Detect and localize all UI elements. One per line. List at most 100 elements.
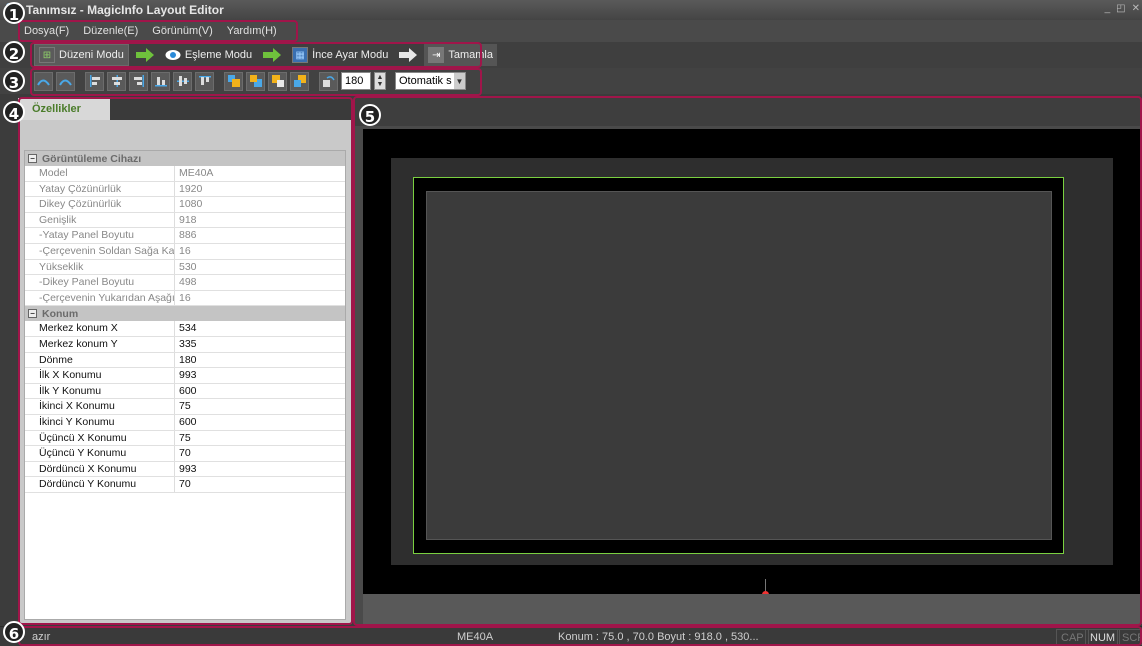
align-middle-icon[interactable] bbox=[173, 71, 192, 91]
window-title: Tanımsız - MagicInfo Layout Editor bbox=[26, 3, 224, 17]
rotate-left-icon[interactable] bbox=[34, 71, 53, 91]
property-row[interactable]: İkinci Y Konumu 600 bbox=[25, 414, 345, 431]
property-value[interactable]: 534 bbox=[175, 321, 197, 336]
property-row[interactable]: -Dikey Panel Boyutu 498 bbox=[25, 275, 345, 291]
display-panel[interactable] bbox=[426, 191, 1052, 540]
align-left-icon[interactable] bbox=[85, 71, 104, 91]
align-center-icon[interactable] bbox=[107, 71, 126, 91]
horizontal-scrollbar[interactable] bbox=[363, 594, 1142, 624]
close-icon[interactable]: ✕ bbox=[1132, 3, 1140, 14]
property-key: Yatay Çözünürlük bbox=[25, 181, 175, 197]
property-value[interactable]: 180 bbox=[175, 353, 197, 368]
property-row[interactable]: Genişlik 918 bbox=[25, 212, 345, 229]
menu-help[interactable]: Yardım(H) bbox=[227, 25, 277, 37]
menu-file[interactable]: Dosya(F) bbox=[24, 25, 69, 37]
property-value[interactable]: 993 bbox=[175, 368, 197, 383]
property-key: Model bbox=[25, 166, 175, 181]
property-value[interactable]: 600 bbox=[175, 415, 197, 430]
property-row[interactable]: Merkez konum X 534 bbox=[25, 321, 345, 337]
category-label: Görüntüleme Cihazı bbox=[42, 152, 142, 165]
layout-mode-label: Düzeni Modu bbox=[59, 49, 124, 61]
finish-icon: ⇥ bbox=[428, 47, 445, 63]
property-row[interactable]: Üçüncü X Konumu 75 bbox=[25, 430, 345, 447]
category-position[interactable]: − Konum bbox=[25, 306, 345, 322]
property-row[interactable]: Merkez konum Y 335 bbox=[25, 336, 345, 353]
tab-properties[interactable]: Özellikler bbox=[18, 98, 110, 120]
restore-icon[interactable]: ◰ bbox=[1116, 3, 1125, 14]
property-value[interactable]: 70 bbox=[175, 446, 191, 461]
rotate-right-icon[interactable] bbox=[56, 71, 75, 91]
property-row[interactable]: Yatay Çözünürlük 1920 bbox=[25, 181, 345, 198]
collapse-icon[interactable]: − bbox=[28, 309, 37, 319]
layout-toolbar: ▲▼ Otomatik s ▼ bbox=[0, 68, 1142, 94]
canvas-header bbox=[355, 98, 1142, 126]
property-value[interactable]: 70 bbox=[175, 477, 191, 492]
fine-tune-mode-label: İnce Ayar Modu bbox=[312, 49, 389, 61]
align-right-icon[interactable] bbox=[129, 71, 148, 91]
property-key: Dördüncü Y Konumu bbox=[25, 477, 175, 492]
property-row[interactable]: Dikey Çözünürlük 1080 bbox=[25, 197, 345, 213]
collapse-icon[interactable]: − bbox=[28, 154, 37, 163]
category-display-device[interactable]: − Görüntüleme Cihazı bbox=[25, 151, 345, 166]
property-row[interactable]: Dördüncü Y Konumu 70 bbox=[25, 477, 345, 493]
property-key: -Dikey Panel Boyutu bbox=[25, 275, 175, 290]
property-row[interactable]: Model ME40A bbox=[25, 166, 345, 182]
property-row[interactable]: Dördüncü X Konumu 993 bbox=[25, 461, 345, 478]
property-row[interactable]: Üçüncü Y Konumu 70 bbox=[25, 446, 345, 462]
property-row[interactable]: Yükseklik 530 bbox=[25, 259, 345, 276]
align-bottom-icon[interactable] bbox=[151, 71, 170, 91]
property-value[interactable]: 600 bbox=[175, 384, 197, 399]
property-key: İlk X Konumu bbox=[25, 368, 175, 383]
layout-mode-button[interactable]: ⊞ Düzeni Modu bbox=[34, 44, 129, 66]
mapping-mode-button[interactable]: Eşleme Modu bbox=[161, 44, 256, 66]
property-value: 16 bbox=[179, 244, 191, 257]
property-row[interactable]: -Çerçevenin Soldan Sağa Kalınlı 16 bbox=[25, 243, 345, 260]
menu-view[interactable]: Görünüm(V) bbox=[152, 25, 213, 37]
rotation-stepper[interactable]: ▲ ▼ bbox=[374, 72, 386, 90]
scale-select[interactable]: Otomatik s ▼ bbox=[395, 72, 466, 90]
status-position: Konum : 75.0 , 70.0 Boyut : 918.0 , 530.… bbox=[558, 630, 759, 643]
property-grid: − Görüntüleme Cihazı Model ME40A Yatay Çöz… bbox=[24, 150, 346, 620]
property-row[interactable]: Dönme 180 bbox=[25, 352, 345, 369]
layout-canvas bbox=[355, 98, 1142, 624]
property-row[interactable]: -Çerçevenin Yukarıdan Aşağıya 16 bbox=[25, 290, 345, 307]
rotation-icon bbox=[319, 71, 338, 91]
callout-1: 1 bbox=[3, 2, 25, 24]
display-bezel[interactable] bbox=[413, 177, 1064, 554]
property-value[interactable]: 75 bbox=[175, 431, 191, 446]
send-backward-icon[interactable] bbox=[290, 71, 309, 91]
property-row[interactable]: -Yatay Panel Boyutu 886 bbox=[25, 228, 345, 244]
finish-button[interactable]: ⇥ Tamamla bbox=[424, 44, 497, 66]
property-value: 530 bbox=[179, 260, 197, 273]
num-indicator: NUM bbox=[1085, 629, 1121, 645]
minimize-icon[interactable]: _ bbox=[1105, 3, 1111, 14]
property-value: 498 bbox=[179, 276, 197, 289]
property-row[interactable]: İkinci X Konumu 75 bbox=[25, 399, 345, 415]
title-bar: Tanımsız - MagicInfo Layout Editor _ ◰ ✕ bbox=[0, 0, 1142, 20]
property-value[interactable]: 993 bbox=[175, 462, 197, 477]
next-arrow-icon bbox=[260, 45, 284, 65]
bring-forward-icon[interactable] bbox=[268, 71, 287, 91]
send-back-icon[interactable] bbox=[246, 71, 265, 91]
property-row[interactable]: İlk X Konumu 993 bbox=[25, 368, 345, 384]
callout-6: 6 bbox=[3, 621, 25, 643]
bring-front-icon[interactable] bbox=[224, 71, 243, 91]
cap-indicator: CAP bbox=[1056, 629, 1089, 645]
next-arrow-icon bbox=[133, 45, 157, 65]
callout-5: 5 bbox=[359, 104, 381, 126]
chevron-down-icon[interactable]: ▼ bbox=[454, 73, 465, 89]
status-bar: azır ME40A Konum : 75.0 , 70.0 Boyut : 9… bbox=[0, 626, 1142, 646]
fine-tune-icon: ▦ bbox=[292, 47, 309, 63]
property-value[interactable]: 335 bbox=[175, 337, 197, 352]
status-ready: azır bbox=[32, 630, 51, 643]
fine-tune-mode-button[interactable]: ▦ İnce Ayar Modu bbox=[288, 44, 392, 66]
property-value[interactable]: 75 bbox=[175, 399, 191, 414]
scale-select-value: Otomatik s bbox=[399, 75, 452, 87]
mapping-mode-label: Eşleme Modu bbox=[184, 49, 253, 61]
property-row[interactable]: İlk Y Konumu 600 bbox=[25, 383, 345, 400]
property-key: Dördüncü X Konumu bbox=[25, 461, 175, 477]
menu-edit[interactable]: Düzenle(E) bbox=[83, 25, 138, 37]
rotation-input[interactable] bbox=[341, 72, 371, 90]
canvas-stage[interactable] bbox=[363, 129, 1142, 598]
align-top-icon[interactable] bbox=[195, 71, 214, 91]
